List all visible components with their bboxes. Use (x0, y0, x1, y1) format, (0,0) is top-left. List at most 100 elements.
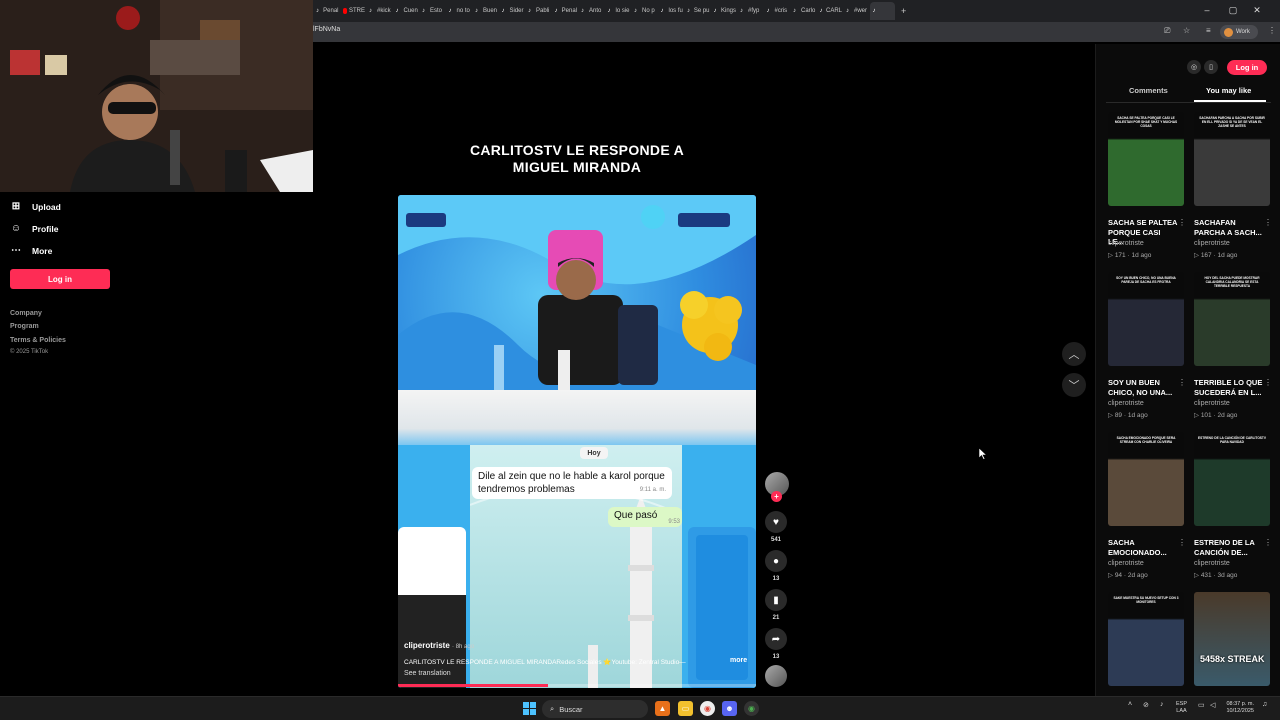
tab-you-may-like[interactable]: You may like (1206, 86, 1251, 95)
card-author[interactable]: cliperotriste (1108, 240, 1144, 247)
card-title[interactable]: SACHAFAN PARCHA A SACH... (1194, 218, 1264, 237)
recommended-video-card[interactable]: SACHAFAN PARCHA A SACHA POR SUBIR EN ELL… (1194, 112, 1272, 262)
card-more-icon[interactable]: ⋮ (1264, 218, 1272, 227)
address-bar[interactable]: lFbNvNa ⎚ ☆ ≡ Work ⋮ (313, 22, 1280, 42)
card-author[interactable]: cliperotriste (1194, 560, 1230, 567)
recommended-video-card[interactable]: SACHA EMOCIONADO PORQUE SERA STREAM CON … (1108, 432, 1186, 582)
description-more-button[interactable]: more (730, 657, 747, 664)
card-more-icon[interactable]: ⋮ (1178, 218, 1186, 227)
discord-icon[interactable]: ☻ (722, 701, 737, 716)
video-thumbnail[interactable]: SACHAFAN PARCHA A SACHA POR SUBIR EN ELL… (1194, 112, 1270, 206)
card-title[interactable]: SOY UN BUEN CHICO, NO UNA... (1108, 378, 1178, 397)
browser-tab[interactable]: ♪ Pabli (525, 2, 551, 20)
recommended-video-card[interactable]: SOY UN BUEN CHICO, NO UNA BUENA PAREJA D… (1108, 272, 1186, 422)
card-more-icon[interactable]: ⋮ (1178, 538, 1186, 547)
video-thumbnail[interactable]: SOY UN BUEN CHICO, NO UNA BUENA PAREJA D… (1108, 272, 1184, 366)
browser-tab[interactable]: ♪ lo sie (605, 2, 631, 20)
tray-chevron-up-icon[interactable]: ˄ (1128, 701, 1132, 708)
tray-mic-icon[interactable]: ♪ (1160, 701, 1164, 708)
comment-bubble-icon[interactable]: ● (765, 550, 787, 572)
video-author-name[interactable]: cliperotriste (404, 641, 450, 650)
card-title[interactable]: SACHA EMOCIONADO... (1108, 538, 1178, 557)
card-author[interactable]: cliperotriste (1194, 240, 1230, 247)
sidebar-item-upload[interactable]: ⊞ Upload (10, 201, 61, 212)
taskbar-clock[interactable]: 08:37 p. m. 10/12/2025 (1224, 701, 1254, 715)
tab-comments[interactable]: Comments (1129, 86, 1168, 95)
video-thumbnail[interactable]: SACHA SE PALTEA PORQUE CASI LE MOLESTAN … (1108, 112, 1184, 206)
recommended-video-card[interactable]: SACHA SE PALTEA PORQUE CASI LE MOLESTAN … (1108, 112, 1186, 262)
browser-tab[interactable]: ♪ Anto (578, 2, 604, 20)
browser-menu-icon[interactable]: ⋮ (1268, 26, 1276, 35)
browser-tab[interactable]: ♪ #wer (843, 2, 869, 20)
browser-tab[interactable]: ♪ Penal (313, 2, 339, 20)
share-arrow-icon[interactable]: ➦ (765, 628, 787, 650)
sidebar-item-more[interactable]: ⋯ More (10, 245, 52, 256)
card-more-icon[interactable]: ⋮ (1178, 378, 1186, 387)
browser-tab[interactable]: ♪ Se pu (684, 2, 710, 20)
card-more-icon[interactable]: ⋮ (1264, 538, 1272, 547)
video-thumbnail[interactable]: SACHA EMOCIONADO PORQUE SERA STREAM CON … (1108, 432, 1184, 526)
browser-tab[interactable]: ♪ #cris (764, 2, 790, 20)
card-author[interactable]: cliperotriste (1108, 560, 1144, 567)
panel-login-button[interactable]: Log in (1227, 60, 1267, 75)
browser-tab[interactable]: ♪ Buen (472, 2, 498, 20)
card-title[interactable]: TERRIBLE LO QUE SUCEDERÁ EN L... (1194, 378, 1264, 397)
browser-tab[interactable]: ♪ CARL (817, 2, 843, 20)
footer-company-link[interactable]: Company (10, 310, 42, 317)
maximize-icon[interactable]: ▢ (1222, 2, 1244, 18)
bookmark-icon[interactable]: ▮ (765, 589, 787, 611)
video-author[interactable]: cliperotriste · 8h ago (404, 641, 474, 650)
browser-tab[interactable]: STRE (340, 2, 365, 20)
card-author[interactable]: cliperotriste (1194, 400, 1230, 407)
video-thumbnail[interactable]: 5458x STREAK (1194, 592, 1270, 686)
tray-network-icon[interactable]: ⊘ (1143, 701, 1149, 709)
install-app-icon[interactable]: ⎚ (1164, 26, 1170, 36)
minimize-icon[interactable]: – (1196, 2, 1218, 18)
new-tab-button[interactable]: + (898, 2, 910, 20)
browser-tab[interactable]: ♪ (869, 2, 895, 20)
browser-tab[interactable]: ♪ #fyp (737, 2, 763, 20)
previous-video-chevron-up-icon[interactable]: ︿ (1062, 342, 1086, 366)
close-window-icon[interactable]: ✕ (1246, 2, 1268, 18)
tray-display-icon[interactable]: ▭ (1198, 701, 1205, 709)
bookmark-star-icon[interactable]: ☆ (1183, 26, 1190, 35)
extensions-icon[interactable]: ≡ (1206, 26, 1211, 35)
video-player[interactable]: Hoy Dile al zein que no le hable a karol… (398, 195, 756, 688)
card-title[interactable]: ESTRENO DE LA CANCIÓN DE... (1194, 538, 1264, 557)
browser-tab[interactable]: ♪ Penal (552, 2, 578, 20)
video-thumbnail[interactable]: HOY DEL SACHA PUEDE MOSTRAR CALANDRIA CA… (1194, 272, 1270, 366)
compass-icon[interactable]: ◎ (1187, 60, 1201, 74)
chrome-profile-icon[interactable]: ◉ (744, 701, 759, 716)
card-author[interactable]: cliperotriste (1108, 400, 1144, 407)
windows-start-icon[interactable] (523, 702, 536, 715)
browser-tab[interactable]: ♪ Cuen (393, 2, 419, 20)
taskbar-app-icon[interactable]: ▲ (655, 701, 670, 716)
browser-tab[interactable]: ♪ Kings (711, 2, 737, 20)
see-translation-link[interactable]: See translation (404, 670, 451, 677)
recommended-video-card[interactable]: HOY DEL SACHA PUEDE MOSTRAR CALANDRIA CA… (1194, 272, 1272, 422)
video-thumbnail[interactable]: SAKE MUESTRA SU NUEVO SETUP CON 3 MONITO… (1108, 592, 1184, 686)
browser-tab[interactable]: ♪ #kick (366, 2, 392, 20)
browser-tab[interactable]: ♪ los fu (658, 2, 684, 20)
taskbar-search-box[interactable]: ⌕ Buscar (542, 700, 648, 718)
url-text[interactable]: lFbNvNa (313, 26, 340, 33)
footer-terms-link[interactable]: Terms & Policies (10, 337, 66, 344)
notifications-bell-icon[interactable]: ♫ (1262, 701, 1267, 708)
browser-tab[interactable]: ♪ no to (446, 2, 472, 20)
file-explorer-icon[interactable]: ▭ (678, 701, 693, 716)
music-disc-icon[interactable] (765, 665, 787, 687)
browser-tab[interactable]: ♪ Carlo (790, 2, 816, 20)
browser-tab[interactable]: ♪ Sider (499, 2, 525, 20)
video-thumbnail[interactable]: ESTRENO DE LA CANCIÓN DE CARLITOSTV PARA… (1194, 432, 1270, 526)
phone-device-icon[interactable]: ▯ (1204, 60, 1218, 74)
browser-tab[interactable]: ♪ Esto (419, 2, 445, 20)
follow-plus-icon[interactable]: + (771, 491, 782, 502)
like-heart-icon[interactable]: ♥ (765, 511, 787, 533)
input-language[interactable]: ESP LAA (1176, 701, 1187, 715)
sidebar-item-profile[interactable]: ☺ Profile (10, 223, 59, 234)
profile-button[interactable]: Work (1220, 25, 1258, 39)
browser-tab[interactable]: ♪ No p (631, 2, 657, 20)
sidebar-login-button[interactable]: Log in (10, 269, 110, 289)
tray-volume-icon[interactable]: ◁ (1210, 701, 1215, 709)
recommended-video-card[interactable]: ESTRENO DE LA CANCIÓN DE CARLITOSTV PARA… (1194, 432, 1272, 582)
